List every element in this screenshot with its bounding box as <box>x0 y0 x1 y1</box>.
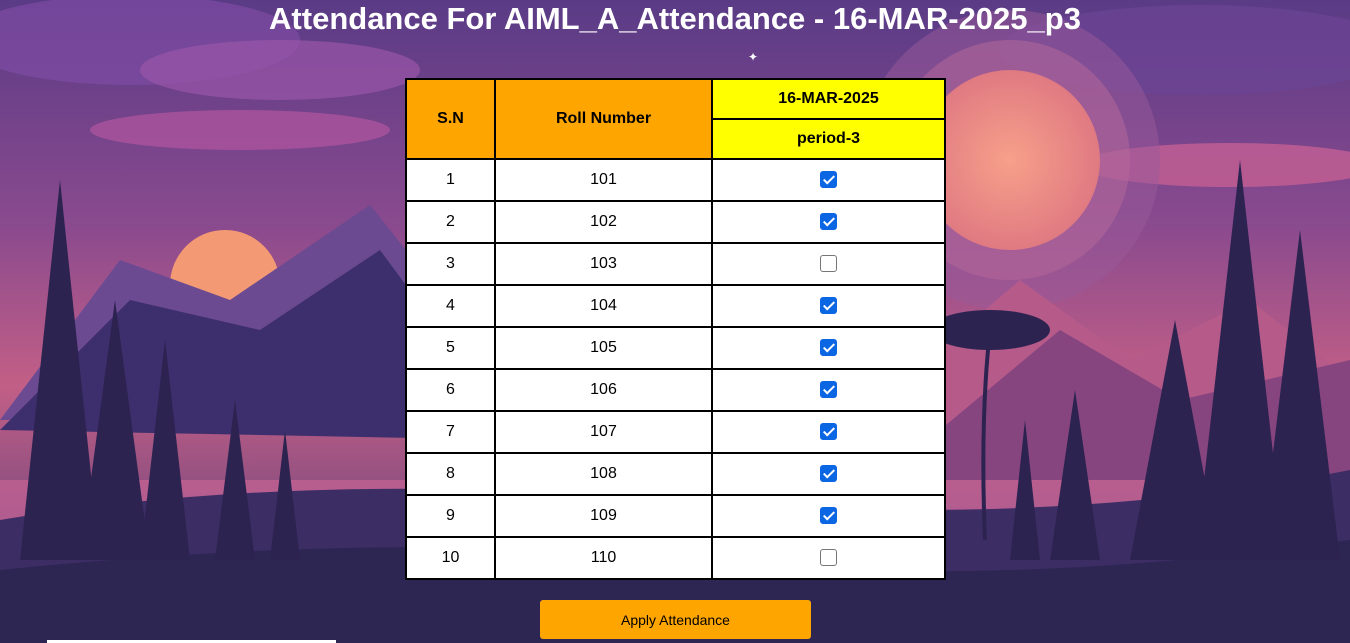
table-row: 2 102 <box>405 200 946 244</box>
table-row: 10 110 <box>405 536 946 580</box>
cell-attendance <box>711 452 946 496</box>
cell-attendance <box>711 326 946 370</box>
cell-attendance <box>711 158 946 202</box>
attendance-checkbox[interactable] <box>820 255 837 273</box>
cell-sn: 3 <box>405 242 496 286</box>
cell-sn: 2 <box>405 200 496 244</box>
cell-sn: 10 <box>405 536 496 580</box>
cell-roll-number: 108 <box>494 452 713 496</box>
cell-roll-number: 107 <box>494 410 713 454</box>
cell-sn: 7 <box>405 410 496 454</box>
attendance-checkbox[interactable] <box>820 549 837 567</box>
table-row: 1 101 <box>405 158 946 202</box>
cell-roll-number: 105 <box>494 326 713 370</box>
cell-roll-number: 101 <box>494 158 713 202</box>
attendance-checkbox[interactable] <box>820 381 837 399</box>
cell-roll-number: 104 <box>494 284 713 328</box>
attendance-checkbox[interactable] <box>820 213 837 231</box>
table-row: 8 108 <box>405 452 946 496</box>
cell-roll-number: 103 <box>494 242 713 286</box>
table-row: 4 104 <box>405 284 946 328</box>
column-header-roll-number: Roll Number <box>494 78 713 160</box>
table-row: 6 106 <box>405 368 946 412</box>
cell-roll-number: 106 <box>494 368 713 412</box>
cell-sn: 1 <box>405 158 496 202</box>
attendance-checkbox[interactable] <box>820 297 837 315</box>
attendance-checkbox[interactable] <box>820 423 837 441</box>
cell-attendance <box>711 410 946 454</box>
cell-attendance <box>711 536 946 580</box>
attendance-checkbox[interactable] <box>820 339 837 357</box>
cell-sn: 4 <box>405 284 496 328</box>
attendance-table: S.N Roll Number 16-MAR-2025 period-3 1 10… <box>405 78 946 580</box>
page-title: Attendance For AIML_A_Attendance - 16-MA… <box>269 1 1081 36</box>
column-header-date: 16-MAR-2025 <box>711 78 946 120</box>
table-row: 7 107 <box>405 410 946 454</box>
cell-sn: 8 <box>405 452 496 496</box>
cell-attendance <box>711 284 946 328</box>
attendance-rows: 1 101 2 102 3 103 4 104 5 105 6 106 7 107 8 108 9 109 10 11… <box>405 158 946 580</box>
column-header-period: period-3 <box>711 118 946 160</box>
cell-attendance <box>711 494 946 538</box>
cell-attendance <box>711 200 946 244</box>
attendance-checkbox[interactable] <box>820 171 837 189</box>
attendance-checkbox[interactable] <box>820 465 837 483</box>
cell-roll-number: 110 <box>494 536 713 580</box>
table-row: 9 109 <box>405 494 946 538</box>
cell-roll-number: 109 <box>494 494 713 538</box>
column-header-sn: S.N <box>405 78 496 160</box>
table-row: 3 103 <box>405 242 946 286</box>
cell-roll-number: 102 <box>494 200 713 244</box>
cell-sn: 6 <box>405 368 496 412</box>
cell-attendance <box>711 242 946 286</box>
cell-sn: 9 <box>405 494 496 538</box>
sparkle-icon: ✦ <box>748 50 759 64</box>
table-row: 5 105 <box>405 326 946 370</box>
table-header-row: S.N Roll Number 16-MAR-2025 <box>405 78 946 160</box>
cell-attendance <box>711 368 946 412</box>
cell-sn: 5 <box>405 326 496 370</box>
apply-attendance-button[interactable]: Apply Attendance <box>540 600 811 639</box>
attendance-checkbox[interactable] <box>820 507 837 525</box>
